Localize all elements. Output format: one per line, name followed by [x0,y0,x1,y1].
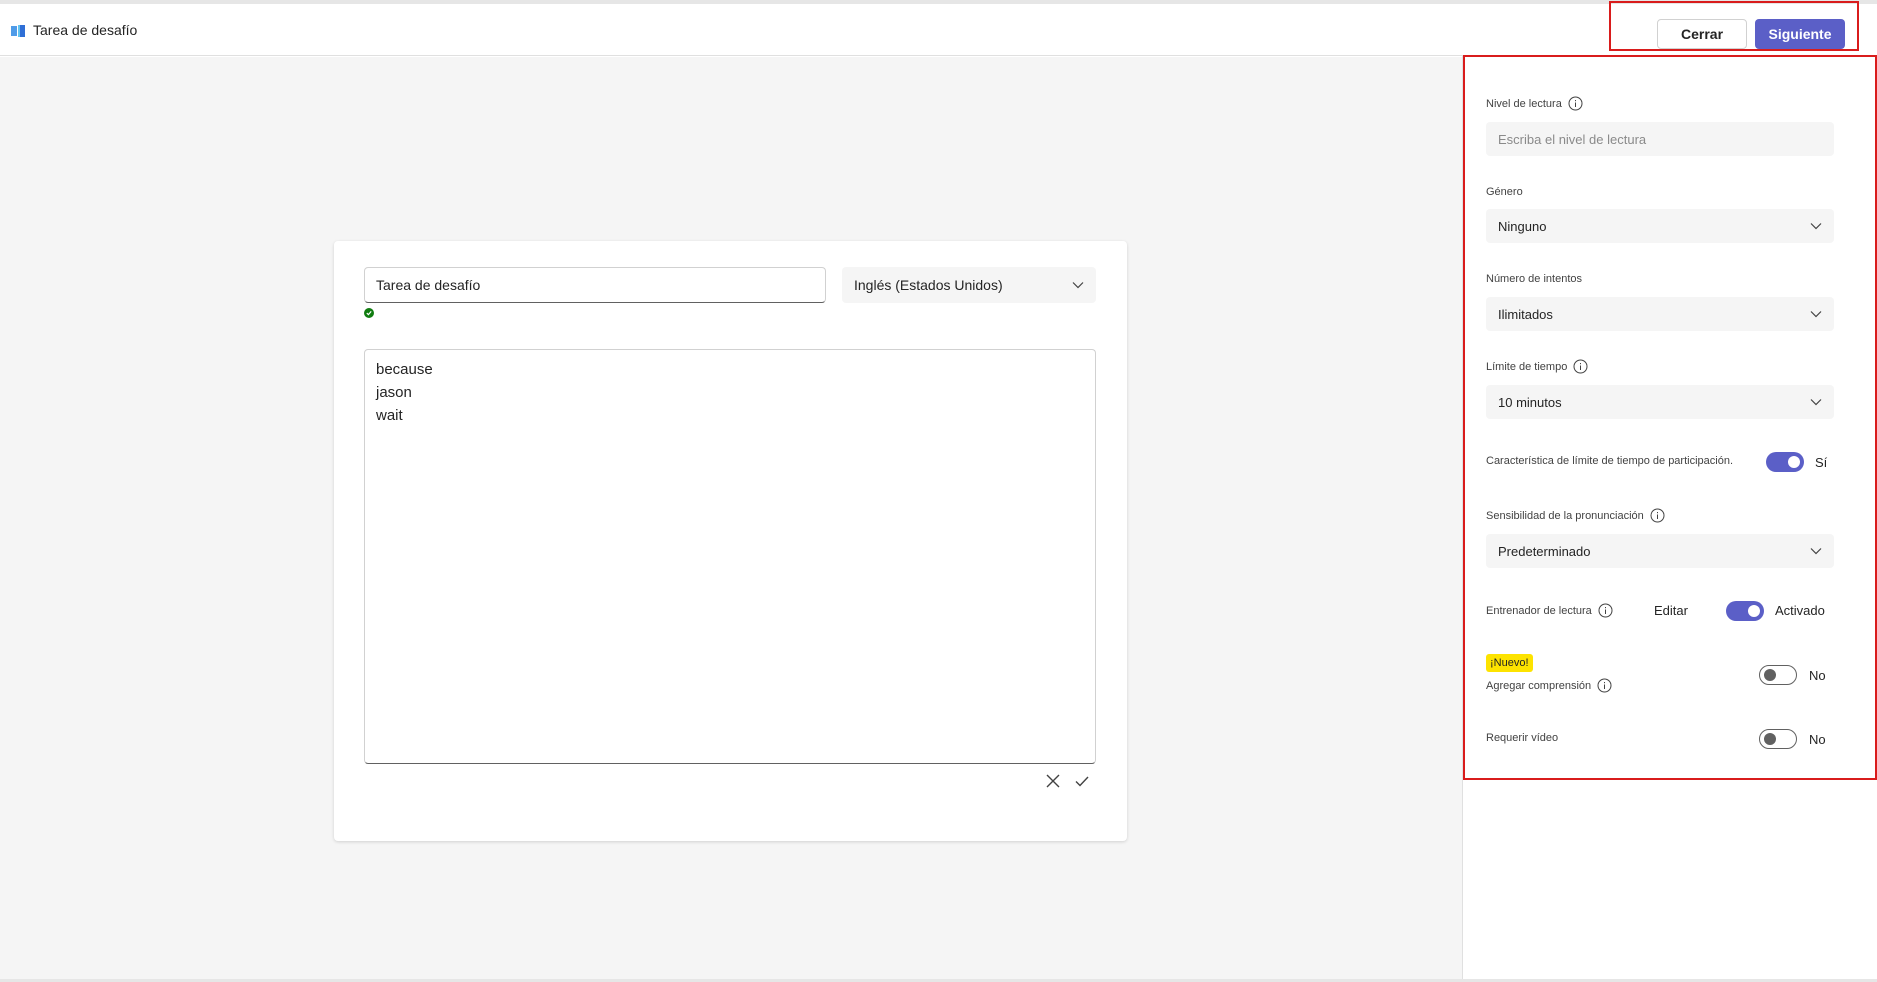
chevron-down-icon [1810,399,1822,406]
participation-time-limit-toggle[interactable] [1766,452,1804,472]
discard-icon[interactable] [1045,773,1061,789]
comprehension-state: No [1809,668,1826,683]
pronunciation-sensitivity-dropdown[interactable]: Predeterminado [1486,534,1834,568]
chevron-down-icon [1810,223,1822,230]
passage-text-area[interactable]: because jason wait [364,349,1096,764]
confirm-check-icon[interactable] [1074,773,1090,789]
reading-level-input[interactable]: Escriba el nivel de lectura [1486,122,1834,156]
time-limit-dropdown[interactable]: 10 minutos [1486,385,1834,419]
genre-label: Género [1486,186,1523,198]
reading-coach-toggle[interactable] [1726,601,1764,621]
highlight-box-header-buttons [1609,1,1859,51]
require-video-state: No [1809,732,1826,747]
participation-time-limit-state: Sí [1815,455,1828,470]
info-icon[interactable] [1650,508,1665,523]
new-badge: ¡Nuevo! [1486,654,1533,672]
title-valid-check-icon [364,308,374,318]
comprehension-toggle[interactable] [1759,665,1797,685]
app-title: Tarea de desafío [33,22,138,38]
info-icon[interactable] [1573,359,1588,374]
assignment-title-input[interactable] [364,267,826,303]
passage-word: wait [376,407,403,424]
attempts-dropdown[interactable]: Ilimitados [1486,297,1834,331]
chevron-down-icon [1810,548,1822,555]
comprehension-label: Agregar comprensión [1486,678,1612,693]
passage-word: because [376,361,433,378]
app-header: Tarea de desafío Cerrar Siguiente [0,4,1877,56]
require-video-toggle[interactable] [1759,729,1797,749]
participation-time-limit-label: Característica de límite de tiempo de pa… [1486,455,1734,467]
chevron-down-icon [1810,311,1822,318]
reading-coach-state: Activado [1775,603,1825,618]
time-limit-label: Límite de tiempo [1486,359,1588,374]
genre-dropdown[interactable]: Ninguno [1486,209,1834,243]
reading-level-label: Nivel de lectura [1486,96,1583,111]
reading-coach-edit-link[interactable]: Editar [1654,603,1688,618]
require-video-label: Requerir vídeo [1486,732,1559,744]
pronunciation-sensitivity-label: Sensibilidad de la pronunciación [1486,508,1665,523]
language-value: Inglés (Estados Unidos) [854,277,1003,293]
info-icon[interactable] [1597,678,1612,693]
reading-coach-label: Entrenador de lectura [1486,603,1613,618]
assignment-card: Inglés (Estados Unidos) because jason wa… [334,241,1127,841]
attempts-label: Número de intentos [1486,273,1582,285]
info-icon[interactable] [1598,603,1613,618]
language-dropdown[interactable]: Inglés (Estados Unidos) [842,267,1096,303]
passage-word: jason [376,384,412,401]
chevron-down-icon [1072,282,1084,289]
info-icon[interactable] [1568,96,1583,111]
reading-progress-app-icon [11,25,25,37]
